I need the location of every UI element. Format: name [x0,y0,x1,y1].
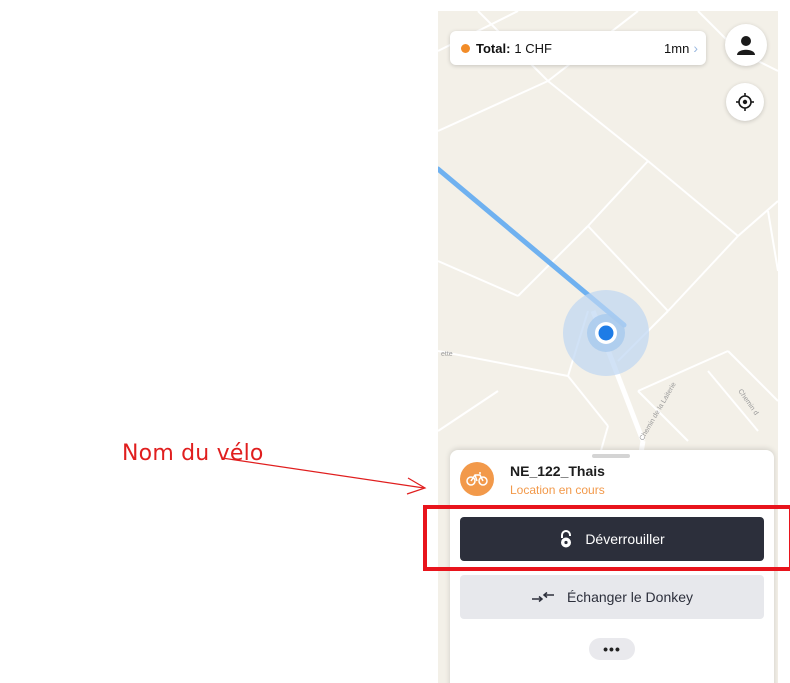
highlight-box [423,505,790,571]
total-label: Total: [476,40,511,56]
sheet-grabber[interactable] [592,454,630,458]
swap-label: Échanger le Donkey [566,589,694,605]
trip-duration: 1mn [664,40,690,56]
user-icon [737,36,755,55]
locate-me-button[interactable] [726,83,764,121]
bicycle-icon [460,462,494,496]
chevron-right-icon: › [693,40,698,56]
status-dot [461,43,470,53]
swap-bike-button[interactable]: Échanger le Donkey [460,575,764,619]
rental-status: Location en cours [510,483,605,497]
street-label: ette [441,351,453,358]
profile-button[interactable] [725,24,767,66]
bike-name: NE_122_Thais [510,463,605,479]
swap-arrows-icon [531,591,555,603]
crosshair-icon [736,93,754,111]
more-options-button[interactable]: ••• [589,638,635,660]
trip-total-bar[interactable]: Total: 1 CHF 1mn › [450,31,706,65]
total-amount: 1 CHF [514,40,552,56]
phone-screen: ette Chemin de la Laiterie Chemin d Tota… [438,11,778,683]
